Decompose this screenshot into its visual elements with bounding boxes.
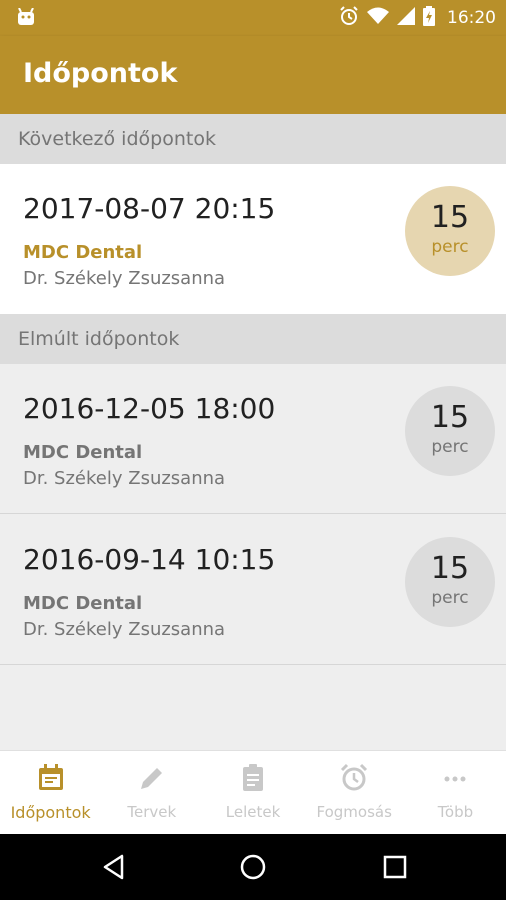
appointment-card[interactable]: 2016-12-05 18:00 MDC Dental Dr. Székely … — [0, 364, 506, 514]
system-navigation-bar — [0, 834, 506, 900]
section-header-past: Elmúlt időpontok — [0, 314, 506, 364]
appointment-card[interactable]: 2017-08-07 20:15 MDC Dental Dr. Székely … — [0, 164, 506, 314]
wifi-icon — [367, 7, 389, 30]
page-title: Időpontok — [23, 58, 178, 89]
duration-value: 15 — [430, 200, 470, 235]
recents-icon[interactable] — [380, 852, 410, 882]
home-icon[interactable] — [238, 852, 268, 882]
duration-unit: perc — [431, 588, 469, 608]
app-bar: Időpontok — [0, 36, 506, 114]
duration-value: 15 — [430, 551, 470, 586]
android-notification-icon — [16, 7, 36, 31]
nav-label: Leletek — [225, 803, 281, 821]
status-time: 16:20 — [447, 8, 496, 28]
signal-icon — [397, 6, 415, 30]
section-header-upcoming: Következő időpontok — [0, 114, 506, 164]
duration-badge: 15 perc — [405, 386, 495, 476]
duration-unit: perc — [431, 437, 469, 457]
alarm-clock-icon — [339, 763, 369, 793]
appointment-doctor: Dr. Székely Zsuzsanna — [23, 268, 226, 289]
alarm-status-icon — [339, 5, 359, 31]
nav-label: Több — [437, 803, 474, 821]
appointment-clinic: MDC Dental — [23, 593, 143, 614]
status-bar: 16:20 — [0, 0, 506, 36]
duration-unit: perc — [431, 237, 469, 257]
appointment-clinic: MDC Dental — [23, 242, 143, 263]
nav-item-fogmosas[interactable]: Fogmosás — [304, 751, 405, 834]
nav-item-leletek[interactable]: Leletek — [202, 751, 303, 834]
appointment-date: 2016-09-14 10:15 — [23, 543, 276, 576]
nav-item-tobb[interactable]: Több — [405, 751, 506, 834]
calendar-icon — [36, 763, 66, 793]
duration-badge: 15 perc — [405, 537, 495, 627]
appointment-date: 2016-12-05 18:00 — [23, 392, 276, 425]
appointment-card[interactable]: 2016-09-14 10:15 MDC Dental Dr. Székely … — [0, 515, 506, 665]
nav-label: Tervek — [127, 803, 177, 821]
nav-label: Fogmosás — [316, 803, 392, 821]
appointment-doctor: Dr. Székely Zsuzsanna — [23, 619, 226, 640]
back-icon[interactable] — [100, 852, 130, 882]
duration-badge: 15 perc — [405, 186, 495, 276]
clipboard-icon — [238, 763, 268, 793]
more-dots-icon — [440, 763, 470, 793]
appointment-date: 2017-08-07 20:15 — [23, 192, 276, 225]
nav-label: Időpontok — [10, 803, 91, 822]
nav-item-idopontok[interactable]: Időpontok — [0, 751, 101, 834]
appointment-clinic: MDC Dental — [23, 442, 143, 463]
appointment-doctor: Dr. Székely Zsuzsanna — [23, 468, 226, 489]
duration-value: 15 — [430, 400, 470, 435]
battery-charging-icon — [423, 5, 435, 31]
bottom-navigation: Időpontok Tervek Leletek Fogmosás Több — [0, 750, 506, 834]
nav-item-tervek[interactable]: Tervek — [101, 751, 202, 834]
pencil-icon — [137, 763, 167, 793]
